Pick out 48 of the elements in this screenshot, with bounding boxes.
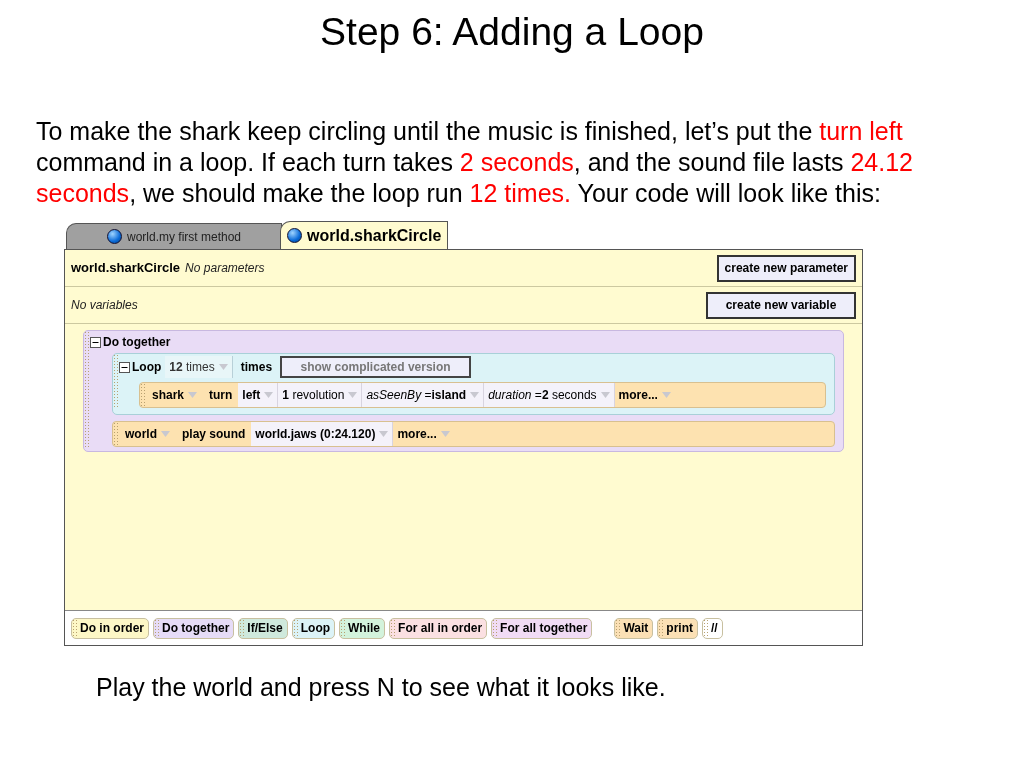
variables-note: No variables (71, 297, 138, 314)
method-name: world.sharkCircle (71, 259, 181, 278)
argument-dropdown[interactable]: left (238, 383, 279, 407)
block-tile[interactable]: Do in order (71, 617, 149, 639)
collapse-icon[interactable] (119, 361, 130, 373)
block-tile[interactable]: // (701, 617, 723, 639)
collapse-icon[interactable] (90, 336, 101, 348)
method-label: turn (208, 387, 234, 404)
caret-icon (218, 364, 228, 370)
block-tile[interactable]: For all in order (389, 617, 488, 639)
object-dropdown[interactable]: shark (146, 383, 204, 407)
intro-paragraph: To make the shark keep circling until the music is finished, let’s put the turn left command in a loop. If each turn takes 2 seconds, and the sound file lasts 24.12 seconds, we should make the loop run 12 times. Your code will look like this: (36, 116, 914, 209)
block-tile[interactable]: For all together (491, 617, 593, 639)
block-tile[interactable]: While (339, 617, 386, 639)
argument-dropdown[interactable]: asSeenBy =island (362, 383, 485, 407)
caret-icon (379, 431, 389, 437)
argument-dropdown[interactable]: duration =2 seconds (484, 383, 615, 407)
block-tile[interactable]: Do together (153, 617, 235, 639)
caret-icon (161, 431, 170, 437)
loop-label: Loop (132, 359, 162, 376)
footer-note: Play the world and press N to see what it looks like. (96, 672, 666, 702)
loop-count-dropdown[interactable]: 12 times (165, 356, 233, 378)
method-tab[interactable]: world.sharkCircle (280, 221, 449, 249)
slide-title: Step 6: Adding a Loop (319, 9, 705, 55)
caret-icon (600, 392, 610, 398)
argument-dropdown[interactable]: 1 revolution (278, 383, 363, 407)
caret-icon (470, 392, 480, 398)
method-tab[interactable]: world.my first method (66, 223, 282, 249)
argument-dropdown[interactable]: world.jaws (0:24.120) (251, 422, 394, 446)
block-tile[interactable]: If/Else (238, 617, 288, 639)
block-tile[interactable]: print (657, 617, 698, 639)
parameters-note: No parameters (185, 260, 265, 277)
caret-icon (188, 392, 198, 398)
create-variable-button[interactable]: create new variable (706, 291, 856, 319)
method-label: play sound (181, 426, 247, 443)
caret-icon (440, 431, 450, 437)
caret-icon (348, 392, 358, 398)
object-dropdown[interactable]: world (119, 422, 176, 446)
block-tile[interactable]: Loop (291, 617, 336, 639)
more-dropdown[interactable]: more... (393, 422, 454, 446)
caret-icon (264, 392, 274, 398)
do-together-label: Do together (103, 334, 171, 351)
caret-icon (661, 392, 671, 398)
show-complicated-version-button[interactable]: show complicated version (280, 356, 472, 378)
block-tile[interactable]: Wait (614, 617, 654, 639)
create-parameter-button[interactable]: create new parameter (716, 254, 856, 282)
times-label: times (240, 359, 273, 376)
more-dropdown[interactable]: more... (614, 383, 675, 407)
